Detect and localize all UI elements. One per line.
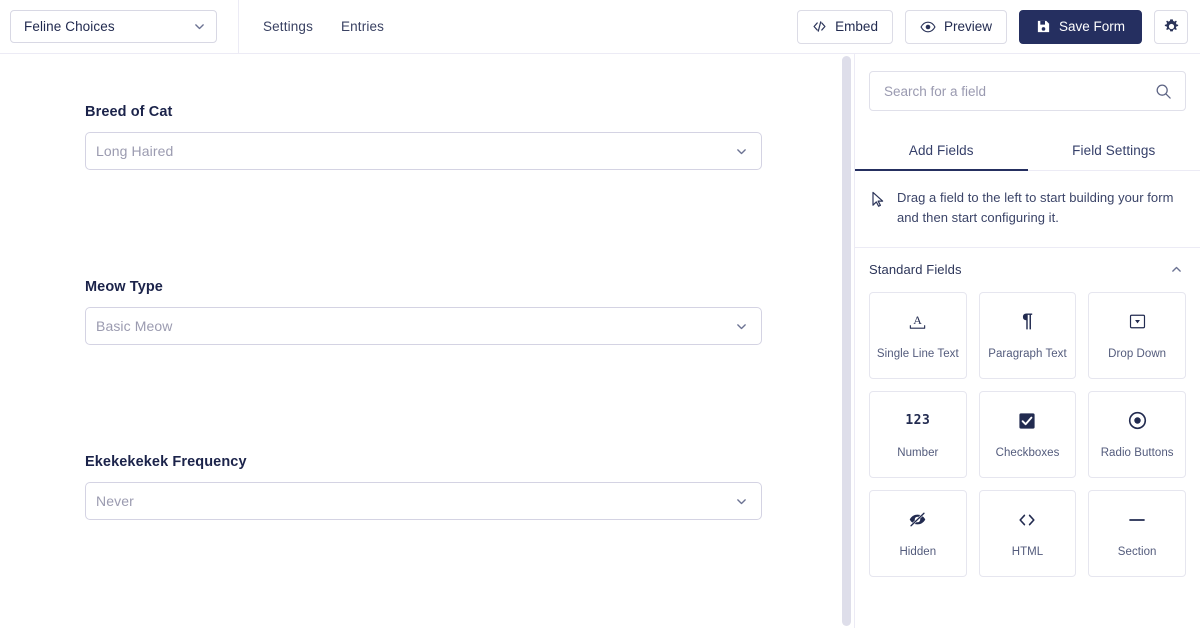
embed-button-label: Embed <box>835 19 878 34</box>
field-type-label: Paragraph Text <box>988 347 1067 360</box>
save-form-button[interactable]: Save Form <box>1018 9 1142 44</box>
field-type-label: Checkboxes <box>995 446 1060 459</box>
form-settings-button[interactable] <box>1154 9 1188 44</box>
field-select-value: Basic Meow <box>96 318 173 334</box>
mouse-pointer-icon <box>872 191 884 207</box>
search-input[interactable] <box>884 83 1155 99</box>
preview-button[interactable]: Preview <box>904 9 1007 44</box>
field-type-label: Section <box>1117 545 1157 558</box>
field-panel: Add Fields Field Settings Drag a field t… <box>854 54 1200 628</box>
field-label: Meow Type <box>85 279 163 295</box>
horizontal-line-icon <box>1126 509 1148 531</box>
field-type-label: Drop Down <box>1108 347 1167 360</box>
drag-hint: Drag a field to the left to start buildi… <box>855 171 1200 248</box>
form-builder-app: Feline Choices Settings Entries Embed Pr… <box>0 0 1200 628</box>
gear-icon <box>1164 19 1178 32</box>
checkbox-checked-icon <box>1018 410 1036 432</box>
field-select-value: Never <box>96 493 134 509</box>
form-field-ekekekekek-frequency: Ekekekekek Frequency Never <box>85 454 762 520</box>
nav-link-entries[interactable]: Entries <box>341 19 384 34</box>
field-label: Breed of Cat <box>85 104 173 120</box>
save-disk-icon <box>1037 20 1050 33</box>
field-type-label: Number <box>897 446 939 459</box>
nav-link-settings[interactable]: Settings <box>263 19 313 34</box>
toolbar-nav: Settings Entries <box>239 0 384 54</box>
field-type-section[interactable]: Section <box>1088 489 1186 577</box>
chevron-down-icon <box>737 323 746 329</box>
field-type-number[interactable]: 123 Number <box>869 390 967 478</box>
eye-slash-icon <box>908 509 927 531</box>
svg-text:A: A <box>914 313 923 327</box>
preview-button-label: Preview <box>943 19 992 34</box>
field-type-single-line-text[interactable]: A Single Line Text <box>869 291 967 379</box>
pilcrow-icon: ¶ <box>1022 311 1033 333</box>
canvas-scrollbar-thumb[interactable] <box>842 56 851 626</box>
embed-button[interactable]: Embed <box>797 9 893 44</box>
field-type-drop-down[interactable]: Drop Down <box>1088 291 1186 379</box>
field-type-radio-buttons[interactable]: Radio Buttons <box>1088 390 1186 478</box>
numbers-123-icon: 123 <box>905 413 931 429</box>
form-switcher-dropdown[interactable]: Feline Choices <box>10 10 217 43</box>
field-select-ekekekekek-frequency[interactable]: Never <box>85 482 762 520</box>
field-label: Ekekekekek Frequency <box>85 454 247 470</box>
field-type-grid: A Single Line Text ¶ Paragraph Text Drop… <box>855 291 1200 577</box>
drag-hint-text: Drag a field to the left to start buildi… <box>897 190 1174 225</box>
dropdown-box-icon <box>1129 311 1146 333</box>
field-type-hidden[interactable]: Hidden <box>869 489 967 577</box>
section-header-title: Standard Fields <box>869 262 962 278</box>
field-select-breed-of-cat[interactable]: Long Haired <box>85 132 762 170</box>
tab-field-settings-label: Field Settings <box>1072 142 1156 158</box>
field-type-paragraph-text[interactable]: ¶ Paragraph Text <box>978 291 1077 379</box>
field-type-label: Hidden <box>899 545 937 558</box>
field-type-label: HTML <box>1011 545 1044 558</box>
form-switcher-label: Feline Choices <box>24 19 115 34</box>
tab-field-settings[interactable]: Field Settings <box>1028 130 1200 170</box>
angle-brackets-icon <box>1016 509 1038 531</box>
field-select-meow-type[interactable]: Basic Meow <box>85 307 762 345</box>
field-select-value: Long Haired <box>96 143 174 159</box>
search-field-wrapper[interactable] <box>869 71 1186 111</box>
chevron-up-icon[interactable] <box>1170 263 1183 276</box>
top-toolbar: Feline Choices Settings Entries Embed Pr… <box>0 0 1200 54</box>
radio-selected-icon <box>1128 410 1147 432</box>
form-canvas: Breed of Cat Long Haired Meow Type Basic… <box>0 54 840 628</box>
code-icon <box>813 21 826 32</box>
save-form-button-label: Save Form <box>1058 19 1125 34</box>
form-field-meow-type: Meow Type Basic Meow <box>85 279 762 345</box>
chevron-down-icon <box>737 148 746 154</box>
chevron-down-icon <box>737 498 746 504</box>
canvas-scrollbar[interactable] <box>840 54 854 628</box>
field-type-label: Single Line Text <box>876 347 959 360</box>
chevron-down-icon <box>195 24 204 30</box>
section-header-standard-fields[interactable]: Standard Fields <box>855 248 1200 292</box>
field-type-html[interactable]: HTML <box>978 489 1077 577</box>
tab-add-fields[interactable]: Add Fields <box>855 130 1028 171</box>
form-field-breed-of-cat: Breed of Cat Long Haired <box>85 104 762 170</box>
eye-icon <box>920 21 936 32</box>
field-type-label: Radio Buttons <box>1100 446 1174 459</box>
panel-tabs: Add Fields Field Settings <box>855 130 1200 171</box>
text-width-icon: A <box>907 311 928 333</box>
search-icon[interactable] <box>1155 83 1172 100</box>
tab-add-fields-label: Add Fields <box>908 142 974 158</box>
field-type-checkboxes[interactable]: Checkboxes <box>978 390 1077 478</box>
